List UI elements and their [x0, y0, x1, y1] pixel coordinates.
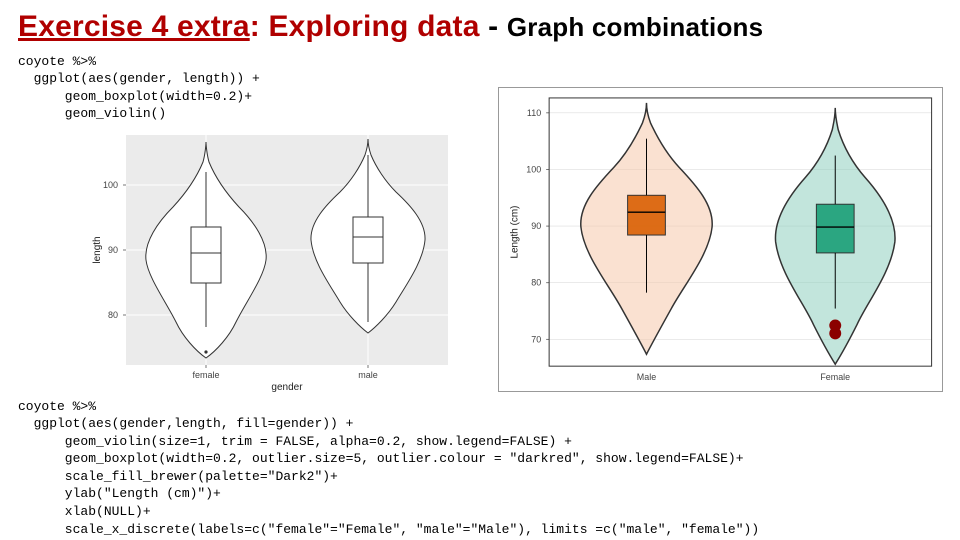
slide-title: Exercise 4 extra: Exploring data - Graph… [18, 10, 942, 45]
title-part1: Exercise 4 extra [18, 10, 250, 43]
chart-right: 70 80 90 100 110 Male Female Length (cm) [498, 87, 943, 392]
x-axis-label: gender [271, 382, 303, 392]
ytick-label: 90 [108, 245, 118, 255]
box-male [353, 217, 383, 263]
charts-row: 80 90 100 female male length gender [18, 127, 942, 392]
title-dash: - [488, 10, 507, 43]
chart-left-svg: 80 90 100 female male length gender [88, 127, 458, 392]
ytick-label: 110 [527, 108, 541, 118]
box-female [191, 227, 221, 283]
outlier-point [829, 327, 841, 339]
chart-right-svg: 70 80 90 100 110 Male Female Length (cm) [499, 88, 942, 391]
xtick-label: Female [820, 372, 850, 382]
ytick-label: 100 [526, 164, 541, 174]
outlier-point [204, 350, 207, 353]
y-axis-label: Length (cm) [509, 205, 520, 258]
ytick-label: 80 [108, 310, 118, 320]
xtick-label: female [192, 370, 219, 380]
ytick-label: 100 [103, 180, 118, 190]
box-female [816, 204, 854, 253]
code-block-bottom: coyote %>% ggplot(aes(gender,length, fil… [18, 398, 942, 538]
ytick-label: 90 [531, 221, 541, 231]
xtick-label: Male [637, 372, 656, 382]
title-part3: Graph combinations [507, 12, 763, 42]
xtick-label: male [358, 370, 378, 380]
ytick-label: 80 [531, 277, 541, 287]
slide: Exercise 4 extra: Exploring data - Graph… [0, 0, 960, 540]
box-male [628, 195, 666, 235]
chart-left: 80 90 100 female male length gender [88, 127, 458, 392]
ytick-label: 70 [531, 334, 541, 344]
y-axis-label: length [92, 236, 103, 263]
title-part2: : Exploring data [250, 10, 488, 43]
